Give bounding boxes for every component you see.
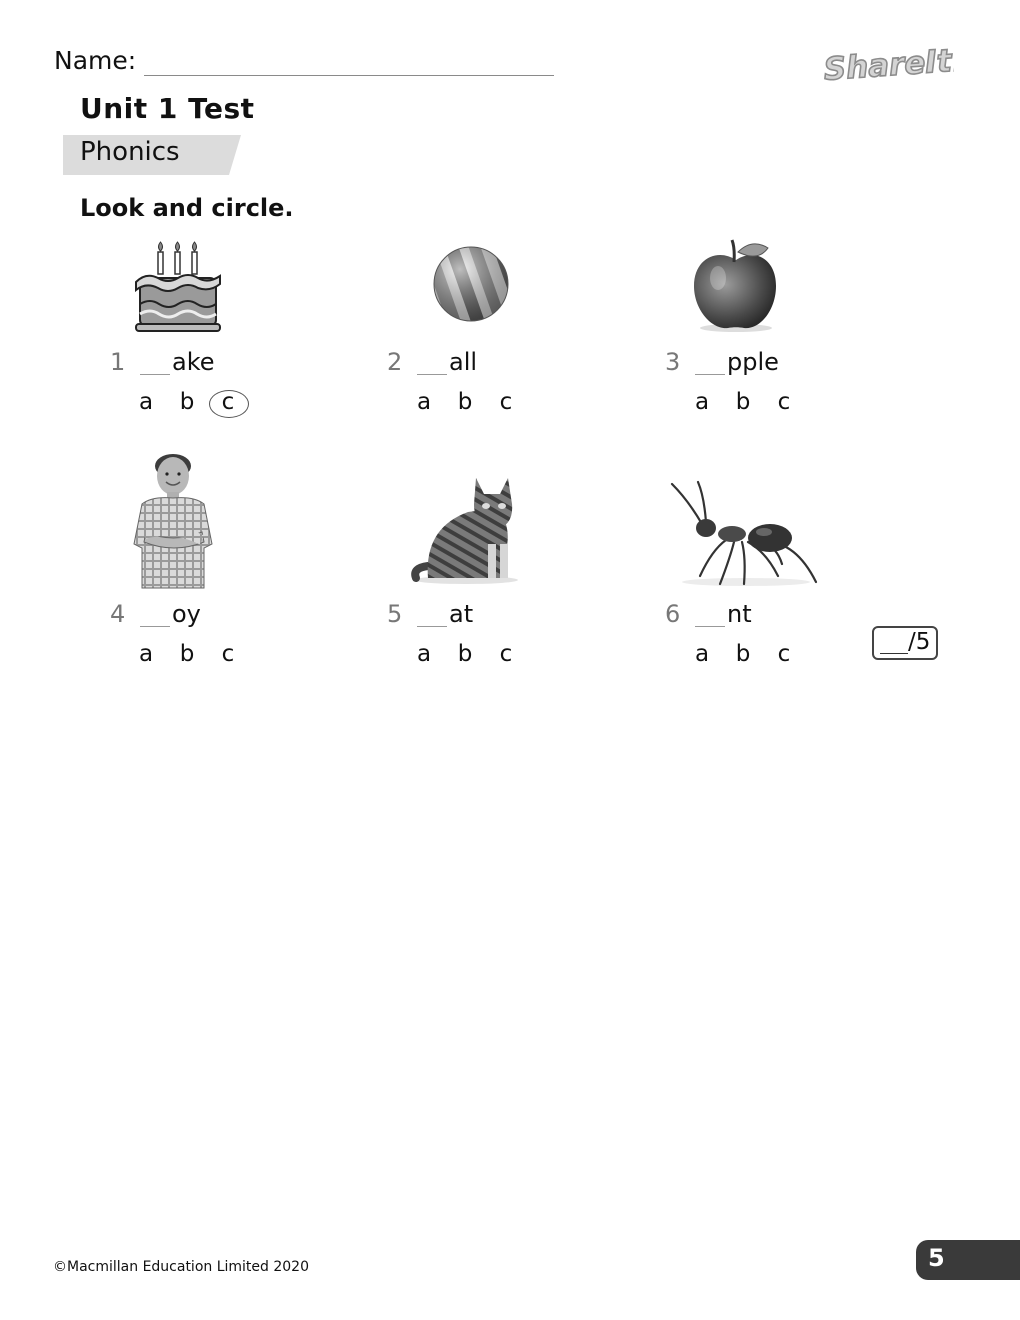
word-fragment: ake [172, 348, 215, 376]
copyright-notice: ©Macmillan Education Limited 2020 [53, 1259, 309, 1275]
answer-blank[interactable] [140, 374, 170, 375]
option-a[interactable]: a [692, 389, 712, 415]
option-b[interactable]: b [455, 641, 475, 667]
item-number: 3 [665, 348, 681, 376]
name-label: Name: [54, 46, 137, 75]
item-number: 4 [110, 600, 126, 628]
option-a[interactable]: a [414, 389, 434, 415]
ant-icon [670, 480, 818, 586]
word-fragment: oy [172, 600, 201, 628]
page-number: 5 [928, 1244, 945, 1272]
option-c[interactable]: c [774, 389, 794, 415]
answer-blank[interactable] [695, 626, 725, 627]
item-number: 5 [387, 600, 403, 628]
unit-title: Unit 1 Test [80, 92, 255, 125]
cat-icon [411, 478, 518, 584]
option-a[interactable]: a [692, 641, 712, 667]
option-c[interactable]: c [218, 641, 238, 667]
name-line[interactable] [144, 75, 554, 76]
share-it-logo: ShareIt! [822, 41, 954, 88]
item-number: 2 [387, 348, 403, 376]
score-total: /5 [908, 629, 931, 655]
svg-text:ShareIt!: ShareIt! [823, 42, 954, 88]
cake-icon [135, 241, 221, 332]
option-a[interactable]: a [414, 641, 434, 667]
apple-icon [694, 239, 776, 332]
item-number: 1 [110, 348, 126, 376]
option-c[interactable]: c [218, 389, 238, 415]
word-fragment: nt [727, 600, 752, 628]
word-fragment: all [449, 348, 478, 376]
option-b[interactable]: b [455, 389, 475, 415]
option-a[interactable]: a [136, 641, 156, 667]
word-fragment: pple [727, 348, 779, 376]
option-b[interactable]: b [177, 641, 197, 667]
option-b[interactable]: b [733, 641, 753, 667]
option-c[interactable]: c [496, 641, 516, 667]
boy-icon [133, 454, 213, 589]
instruction: Look and circle. [80, 194, 294, 222]
section-title: Phonics [80, 137, 180, 167]
option-c[interactable]: c [774, 641, 794, 667]
word-fragment: at [449, 600, 474, 628]
ball-icon [433, 246, 509, 322]
option-b[interactable]: b [177, 389, 197, 415]
answer-blank[interactable] [695, 374, 725, 375]
option-b[interactable]: b [733, 389, 753, 415]
option-c[interactable]: c [496, 389, 516, 415]
item-number: 6 [665, 600, 681, 628]
option-a[interactable]: a [136, 389, 156, 415]
answer-blank[interactable] [140, 626, 170, 627]
score-blank[interactable] [880, 653, 908, 654]
answer-blank[interactable] [417, 626, 447, 627]
answer-blank[interactable] [417, 374, 447, 375]
